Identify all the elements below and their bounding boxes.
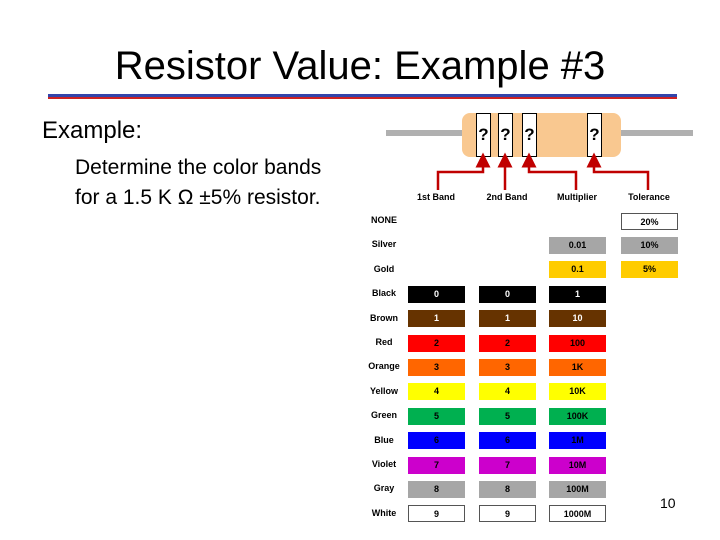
cell-red-multiplier: 100 [549, 334, 606, 352]
cell-orange-band2: 3 [479, 358, 536, 376]
page-number: 10 [660, 495, 676, 511]
row-label-gray: Gray [373, 483, 395, 494]
cell-brown-multiplier: 10 [549, 310, 606, 328]
cell-red-band2: 2 [479, 334, 536, 352]
cell-green-band1: 5 [408, 407, 465, 425]
arrow-multiplier [521, 152, 578, 190]
cell-blue-multiplier: 1M [549, 432, 606, 450]
label-1st-band: 1st Band [416, 192, 455, 202]
cell-orange-band1: 3 [408, 358, 465, 376]
cell-silver-multiplier: 0.01 [549, 236, 606, 254]
cell-none-tolerance: 20% [621, 212, 678, 230]
label-2nd-band: 2nd Band [486, 192, 528, 202]
cell-gray-multiplier: 100M [549, 480, 606, 498]
cell-gold-multiplier: 0.1 [549, 261, 606, 279]
row-label-black: Black [371, 288, 397, 299]
row-label-gold: Gold [373, 263, 395, 274]
row-label-red: Red [375, 337, 393, 347]
cell-yellow-multiplier: 10K [549, 383, 606, 401]
row-label-blue: Blue [374, 434, 394, 445]
label-tolerance: Tolerance [628, 192, 670, 202]
cell-blue-band1: 6 [408, 432, 465, 450]
cell-green-band2: 5 [479, 407, 536, 425]
cell-gray-band1: 8 [408, 480, 465, 498]
cell-brown-band1: 1 [408, 310, 465, 328]
cell-green-multiplier: 100K [549, 407, 606, 425]
row-label-white: White [371, 507, 397, 518]
cell-black-multiplier: 1 [549, 285, 606, 303]
cell-violet-multiplier: 10M [549, 456, 606, 474]
cell-gray-band2: 8 [479, 480, 536, 498]
cell-black-band2: 0 [479, 285, 536, 303]
cell-violet-band1: 7 [408, 456, 465, 474]
cell-black-band1: 0 [408, 285, 465, 303]
cell-silver-tolerance: 10% [621, 236, 678, 254]
cell-blue-band2: 6 [479, 432, 536, 450]
row-label-none: NONE [370, 215, 397, 225]
cell-white-band1: 9 [408, 505, 465, 523]
row-label-silver: Silver [371, 239, 397, 250]
cell-orange-multiplier: 1K [549, 358, 606, 376]
row-label-yellow: Yellow [369, 385, 398, 396]
cell-white-multiplier: 1000M [549, 505, 606, 523]
cell-violet-band2: 7 [479, 456, 536, 474]
cell-yellow-band2: 4 [479, 383, 536, 401]
row-label-green: Green [370, 410, 397, 421]
label-multiplier: Multiplier [557, 192, 597, 202]
arrow-band-1 [436, 152, 491, 190]
cell-brown-band2: 1 [479, 310, 536, 328]
row-label-orange: Orange [368, 361, 400, 372]
row-label-brown: Brown [370, 312, 398, 323]
arrow-tolerance [586, 152, 650, 190]
cell-gold-tolerance: 5% [621, 261, 678, 279]
cell-red-band1: 2 [408, 334, 465, 352]
row-label-violet: Violet [371, 459, 397, 469]
cell-white-band2: 9 [479, 505, 536, 523]
cell-yellow-band1: 4 [408, 383, 465, 401]
